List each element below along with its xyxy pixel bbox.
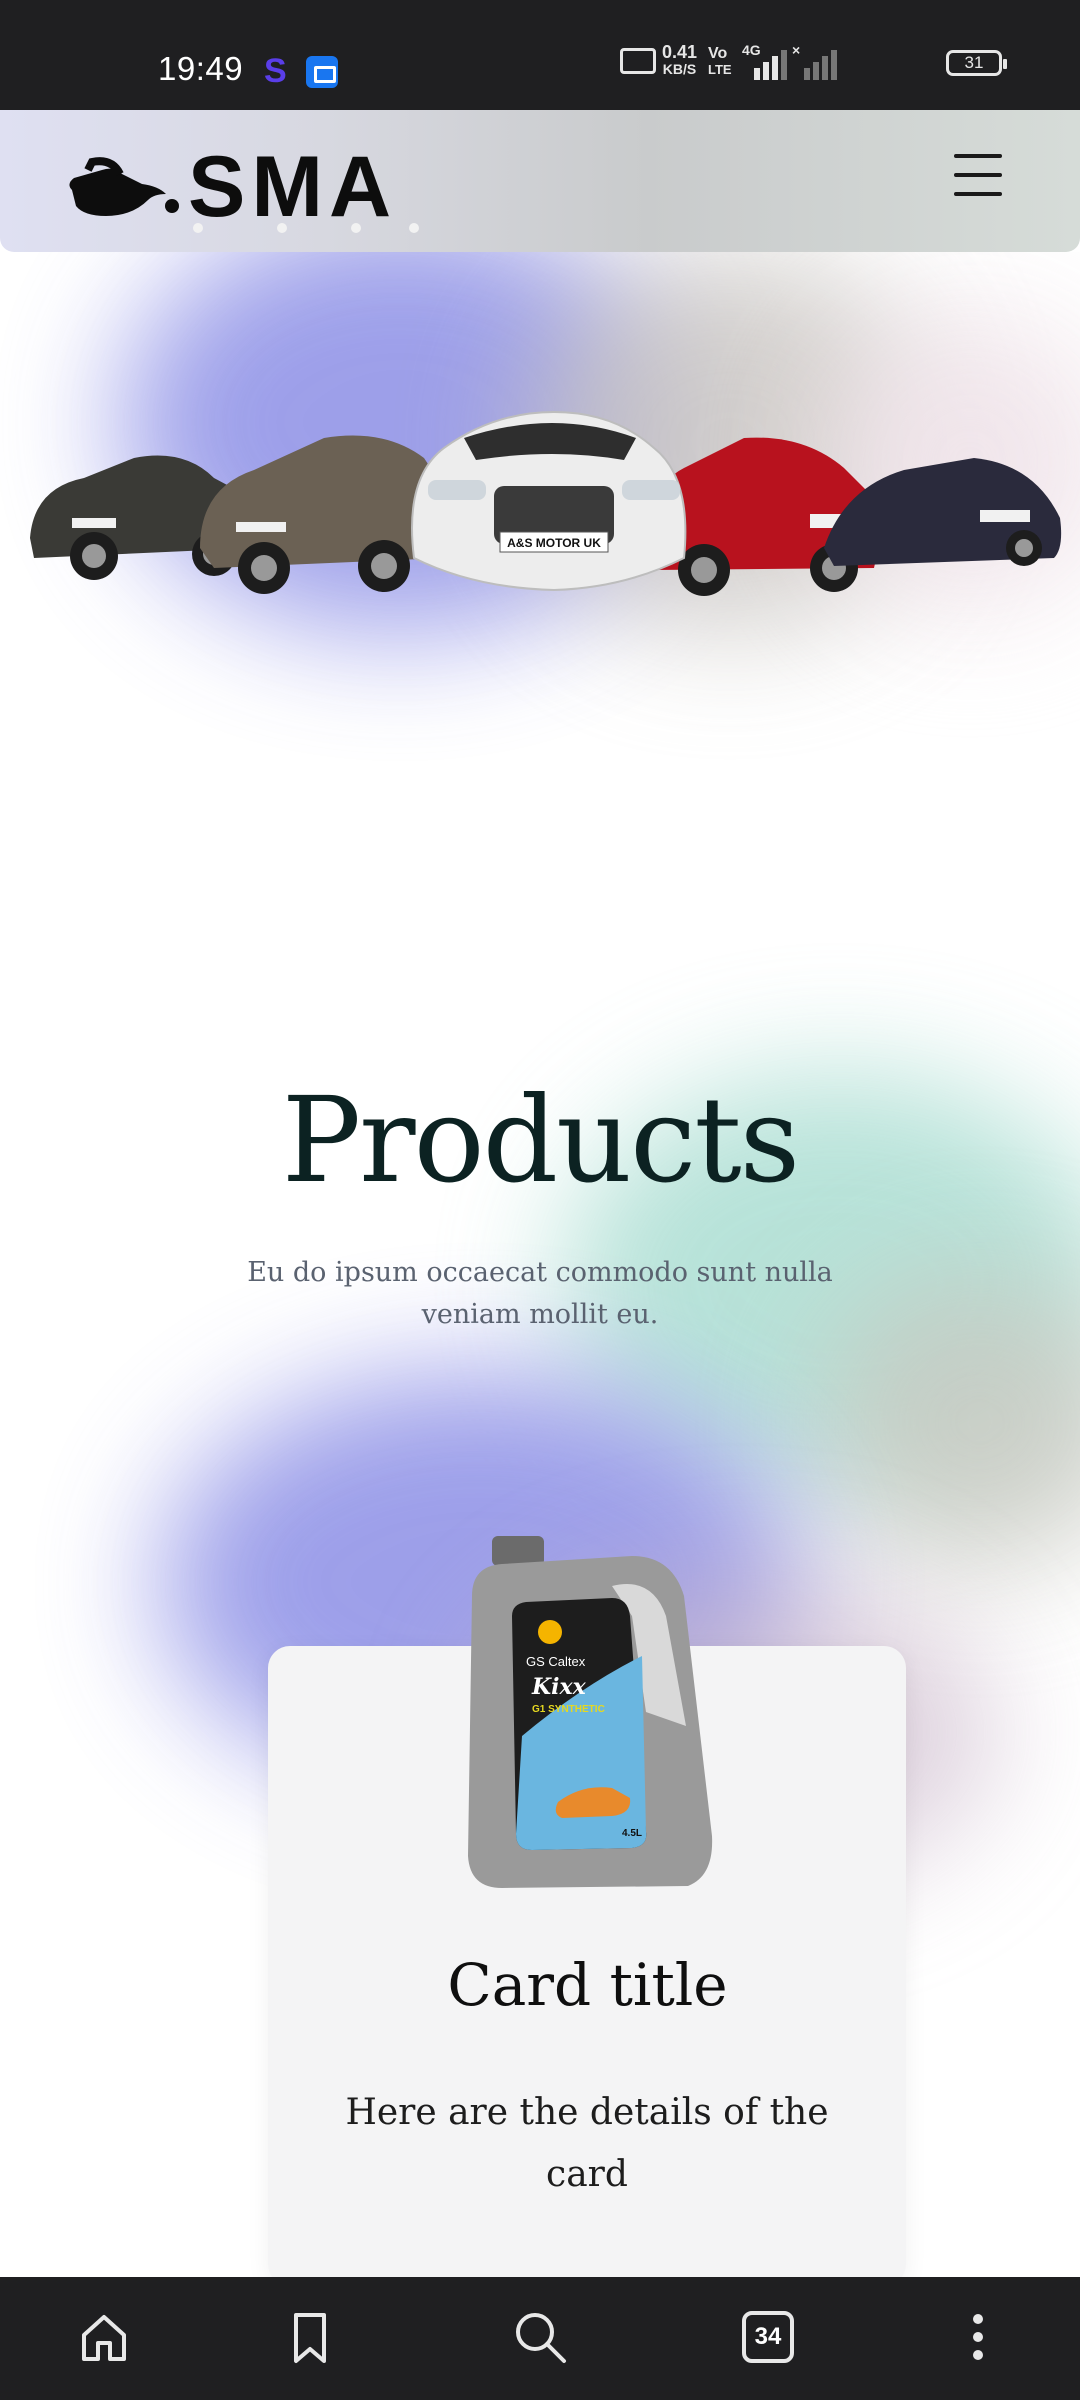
net-speed: 0.41 KB/S — [662, 42, 698, 78]
search-icon — [516, 2313, 566, 2363]
volte-bottom: LTE — [708, 62, 732, 77]
more-button[interactable] — [948, 2307, 1008, 2367]
hamburger-icon — [954, 154, 1002, 158]
car-dark-blue — [824, 458, 1062, 566]
product-line: G1 SYNTHETIC — [532, 1704, 605, 1715]
card-title: Card title — [447, 1951, 728, 2019]
browser-bottom-nav: 34 — [0, 2277, 1080, 2400]
site-header: SMA — [0, 110, 1080, 252]
products-subtitle: Eu do ipsum occaecat commodo sunt nulla … — [247, 1257, 833, 1330]
card-text: Here are the details of the card — [345, 2092, 829, 2195]
data-saver-icon — [620, 48, 656, 74]
app-notification-icon — [306, 56, 338, 88]
status-time: 19:49 — [158, 50, 244, 87]
menu-button[interactable] — [954, 154, 1004, 196]
hero-cars-image: A&S MOTOR UK — [30, 410, 1062, 596]
plate-text: A&S MOTOR UK — [507, 536, 601, 550]
app-s-icon: S — [264, 52, 287, 90]
signal-strength-icon: 4G — [742, 42, 787, 80]
car-audi: A&S MOTOR UK — [411, 410, 687, 592]
oil-jug-image: GS Caltex Kixx G1 SYNTHETIC 4.5L — [468, 1536, 713, 1888]
product-name: Kixx — [531, 1674, 587, 1700]
net-speed-unit: KB/S — [662, 61, 697, 77]
home-icon — [82, 2315, 126, 2361]
logo[interactable]: SMA — [62, 140, 432, 233]
product-volume: 4.5L — [622, 1828, 642, 1839]
bookmark-icon — [294, 2313, 326, 2363]
tabs-icon: 34 — [742, 2311, 794, 2363]
signal-strength-2-icon: × — [792, 42, 837, 80]
search-button[interactable] — [510, 2307, 570, 2367]
status-bar: 19:49 S 0.41 KB/S Vo LTE 4G × 31 — [0, 0, 1080, 110]
more-vertical-icon — [973, 2314, 983, 2360]
products-title: Products — [281, 1071, 800, 1209]
net-speed-value: 0.41 — [662, 42, 698, 62]
product-brand: GS Caltex — [526, 1654, 586, 1669]
logo-dots — [193, 223, 419, 233]
network-type: 4G — [742, 42, 761, 58]
battery-icon: 31 — [946, 50, 1007, 76]
volte-top: Vo — [708, 45, 728, 62]
oil-can-icon — [69, 157, 179, 216]
home-button[interactable] — [74, 2307, 134, 2367]
bookmark-button[interactable] — [280, 2307, 340, 2367]
volte-indicator: Vo LTE — [708, 46, 732, 78]
tabs-button[interactable]: 34 — [742, 2307, 802, 2367]
